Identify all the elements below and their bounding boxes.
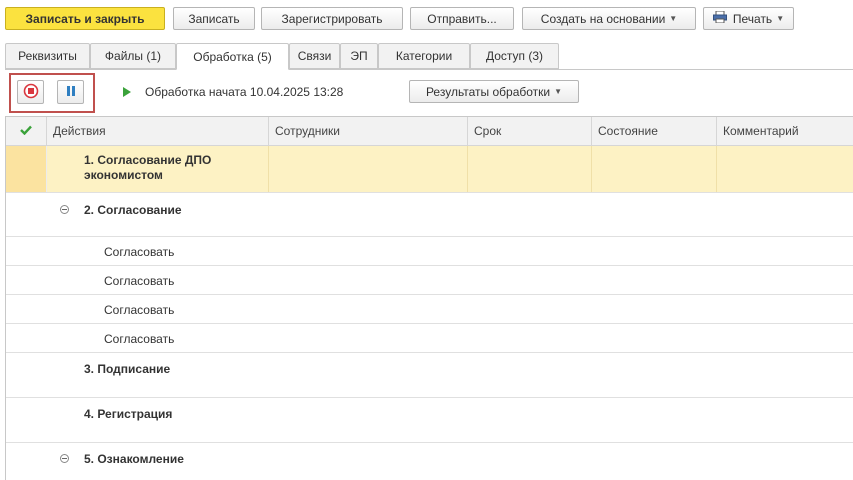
save-and-close-label: Записать и закрыть — [25, 11, 145, 26]
tab-files[interactable]: Файлы (1) — [90, 43, 176, 69]
row-title: Согласовать — [104, 332, 175, 346]
register-button[interactable]: Зарегистрировать — [261, 7, 403, 30]
column-label: Комментарий — [723, 124, 799, 138]
column-label: Действия — [53, 124, 106, 138]
chevron-down-icon: ▼ — [554, 87, 563, 96]
print-label: Печать — [732, 11, 773, 26]
stop-button[interactable] — [17, 80, 44, 104]
column-label: Состояние — [598, 124, 658, 138]
tab-label: ЭП — [350, 49, 368, 63]
printer-icon — [712, 10, 727, 26]
play-icon — [123, 87, 131, 97]
tab-label: Категории — [395, 49, 453, 63]
row-title-line: 1. Согласование ДПО — [84, 153, 212, 167]
stop-icon — [23, 83, 39, 102]
table-row[interactable]: 5. Ознакомление — [6, 443, 853, 480]
table-cell — [269, 146, 468, 192]
chevron-down-icon: ▼ — [776, 14, 785, 23]
check-column-header[interactable] — [6, 117, 47, 145]
process-status-text: Обработка начата 10.04.2025 13:28 — [145, 85, 344, 99]
row-title: 1. Согласование ДПО экономистом — [84, 153, 211, 183]
tab-links[interactable]: Связи — [289, 43, 340, 69]
tab-signature[interactable]: ЭП — [340, 43, 378, 69]
send-button[interactable]: Отправить... — [410, 7, 514, 30]
row-title-line: экономистом — [84, 168, 163, 182]
table-row[interactable]: 3. Подписание — [6, 353, 853, 398]
tab-label: Файлы (1) — [104, 49, 162, 63]
send-label: Отправить... — [427, 11, 497, 26]
check-icon — [20, 124, 32, 138]
register-label: Зарегистрировать — [281, 11, 383, 26]
tab-label: Обработка (5) — [193, 49, 272, 64]
table-row[interactable]: Согласовать — [6, 324, 853, 353]
row-title: Согласовать — [104, 303, 175, 317]
tab-requisites[interactable]: Реквизиты — [5, 43, 90, 69]
column-header-state[interactable]: Состояние — [592, 117, 717, 145]
save-button[interactable]: Записать — [173, 7, 255, 30]
column-header-employees[interactable]: Сотрудники — [269, 117, 468, 145]
tab-access[interactable]: Доступ (3) — [470, 43, 559, 69]
tab-label: Связи — [297, 49, 332, 63]
results-label: Результаты обработки — [425, 84, 551, 99]
pause-icon — [65, 85, 77, 100]
results-button[interactable]: Результаты обработки ▼ — [409, 80, 579, 103]
tab-processing[interactable]: Обработка (5) — [176, 43, 289, 70]
row-title: 4. Регистрация — [84, 407, 173, 421]
chevron-down-icon: ▼ — [669, 14, 678, 23]
row-title: 5. Ознакомление — [84, 452, 184, 466]
save-label: Записать — [188, 11, 240, 26]
row-title: Согласовать — [104, 245, 175, 259]
table-row[interactable]: 4. Регистрация — [6, 398, 853, 443]
process-status: Обработка начата 10.04.2025 13:28 — [123, 85, 343, 99]
table-cell — [468, 146, 592, 192]
table-row[interactable]: Согласовать — [6, 295, 853, 324]
table-cell — [592, 146, 717, 192]
table-row[interactable]: Согласовать — [6, 237, 853, 266]
print-button[interactable]: Печать ▼ — [703, 7, 794, 30]
create-based-button[interactable]: Создать на основании ▼ — [522, 7, 696, 30]
table-row[interactable]: 1. Согласование ДПО экономистом — [6, 146, 853, 193]
tab-categories[interactable]: Категории — [378, 43, 470, 69]
table-header: Действия Сотрудники Срок Состояние Комме… — [6, 117, 853, 146]
collapse-icon[interactable] — [60, 454, 69, 463]
save-and-close-button[interactable]: Записать и закрыть — [5, 7, 165, 30]
column-label: Сотрудники — [275, 124, 340, 138]
actions-table: Действия Сотрудники Срок Состояние Комме… — [5, 116, 853, 480]
collapse-icon[interactable] — [60, 205, 69, 214]
create-based-label: Создать на основании — [540, 11, 666, 26]
row-title: Согласовать — [104, 274, 175, 288]
row-title: 2. Согласование — [84, 203, 182, 217]
row-marker-cell — [6, 146, 47, 192]
tab-label: Реквизиты — [18, 49, 77, 63]
column-header-actions[interactable]: Действия — [47, 117, 269, 145]
pause-button[interactable] — [57, 80, 84, 104]
column-header-comment[interactable]: Комментарий — [717, 117, 853, 145]
table-row[interactable]: 2. Согласование — [6, 193, 853, 237]
table-row[interactable]: Согласовать — [6, 266, 853, 295]
tab-label: Доступ (3) — [485, 49, 544, 63]
tab-divider — [5, 69, 853, 70]
row-title: 3. Подписание — [84, 362, 171, 376]
column-label: Срок — [474, 124, 502, 138]
column-header-deadline[interactable]: Срок — [468, 117, 592, 145]
